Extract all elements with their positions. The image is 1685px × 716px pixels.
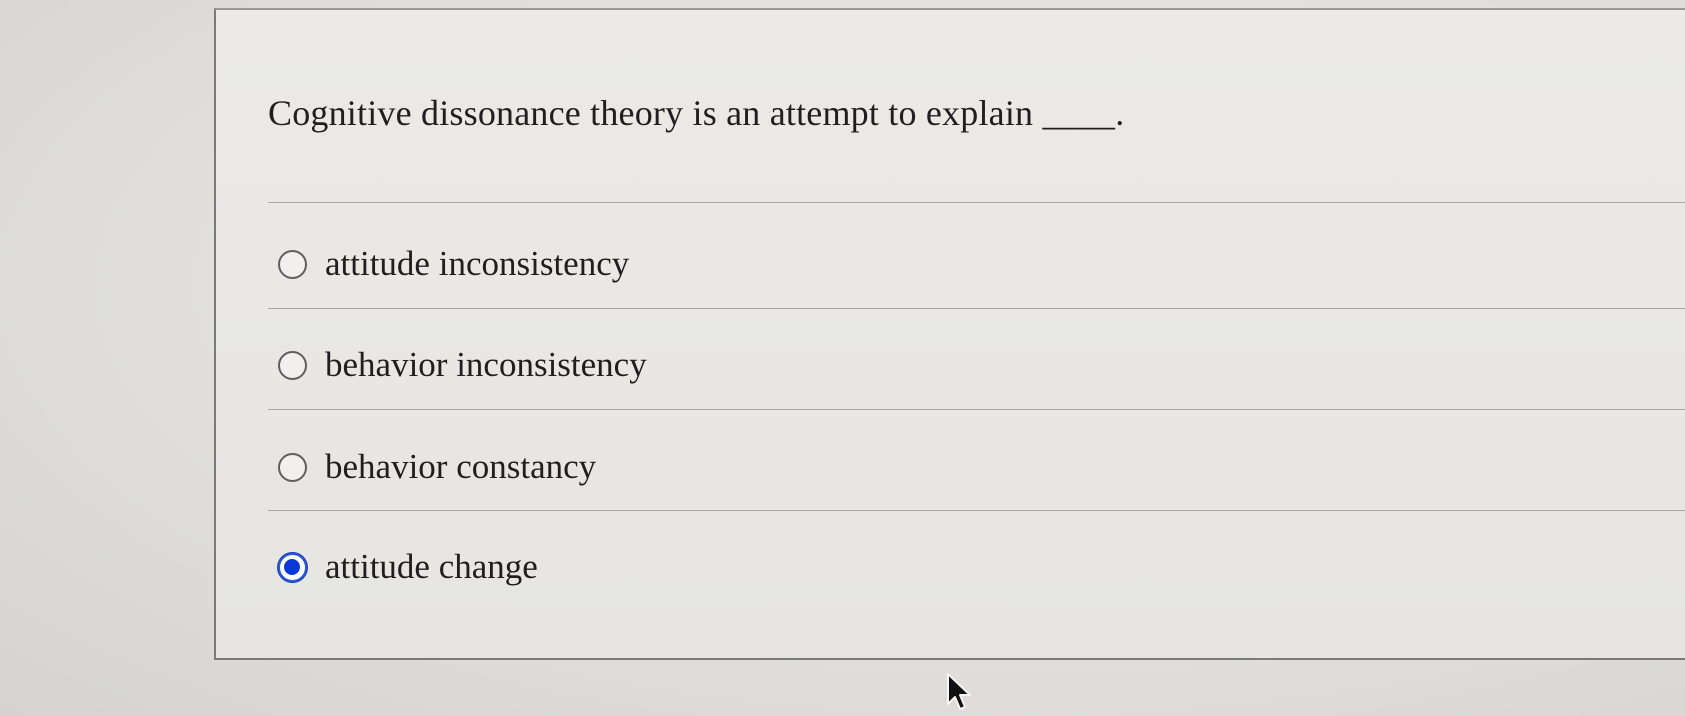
radio-button-unchecked[interactable]	[278, 452, 307, 482]
option-label: attitude change	[325, 547, 538, 586]
option-attitude-inconsistency[interactable]: attitude inconsistency	[278, 242, 629, 286]
option-behavior-inconsistency[interactable]: behavior inconsistency	[278, 343, 647, 387]
divider	[268, 409, 1685, 410]
option-label: attitude inconsistency	[325, 244, 630, 283]
question-card: Cognitive dissonance theory is an attemp…	[214, 8, 1685, 660]
option-behavior-constancy[interactable]: behavior constancy	[278, 445, 596, 489]
mouse-pointer-icon	[947, 673, 971, 710]
divider	[268, 308, 1685, 309]
radio-button-unchecked[interactable]	[278, 249, 307, 279]
divider	[268, 510, 1685, 511]
option-label: behavior inconsistency	[325, 345, 647, 384]
radio-button-checked[interactable]	[278, 552, 307, 582]
divider	[268, 202, 1685, 203]
radio-button-unchecked[interactable]	[278, 350, 307, 380]
question-prompt: Cognitive dissonance theory is an attemp…	[268, 93, 1125, 133]
option-attitude-change[interactable]: attitude change	[278, 545, 538, 589]
option-label: behavior constancy	[325, 447, 597, 486]
